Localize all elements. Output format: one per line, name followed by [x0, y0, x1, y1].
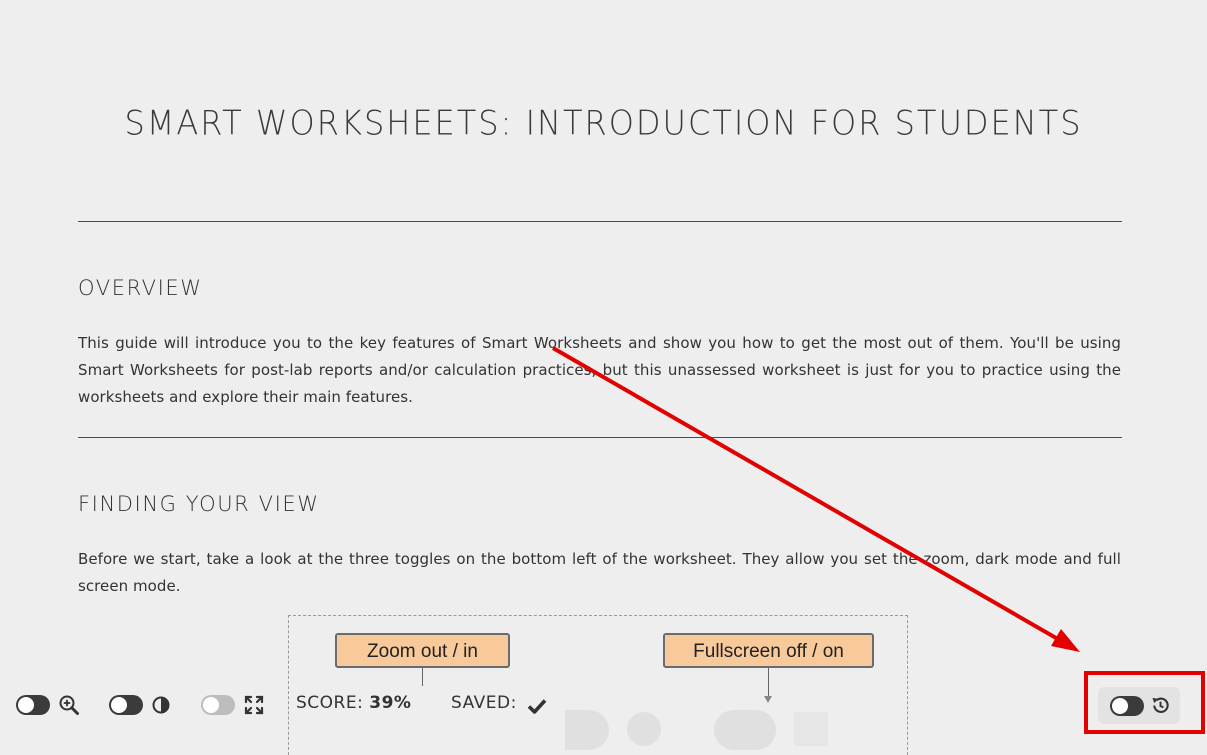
zoom-in-icon	[59, 695, 79, 715]
score-label: SCORE:	[296, 693, 364, 713]
bottom-toolbar: SCORE: 39% SAVED:	[0, 685, 1207, 725]
score-display: SCORE: 39%	[296, 693, 411, 713]
section-heading-overview: OVERVIEW	[78, 276, 203, 300]
callout-zoom: Zoom out / in	[335, 633, 510, 668]
saved-status: SAVED:	[451, 693, 517, 713]
finding-view-paragraph: Before we start, take a look at the thre…	[78, 550, 1121, 595]
expand-icon	[244, 695, 264, 715]
score-value: 39%	[369, 693, 412, 713]
overview-paragraph: This guide will introduce you to the key…	[78, 334, 1121, 406]
dark-mode-toggle[interactable]	[109, 695, 143, 715]
callout-fullscreen: Fullscreen off / on	[663, 633, 874, 668]
contrast-icon	[152, 696, 170, 714]
section-heading-finding-your-view: FINDING YOUR VIEW	[78, 492, 320, 516]
divider	[78, 437, 1122, 438]
highlight-box	[1084, 671, 1205, 734]
page-title: SMART WORKSHEETS: INTRODUCTION FOR STUDE…	[124, 103, 1083, 143]
callout-connector	[422, 668, 423, 686]
zoom-toggle[interactable]	[16, 695, 50, 715]
divider	[78, 221, 1122, 222]
checkmark-icon	[527, 699, 547, 714]
fullscreen-toggle[interactable]	[201, 695, 235, 715]
saved-label: SAVED:	[451, 693, 517, 713]
